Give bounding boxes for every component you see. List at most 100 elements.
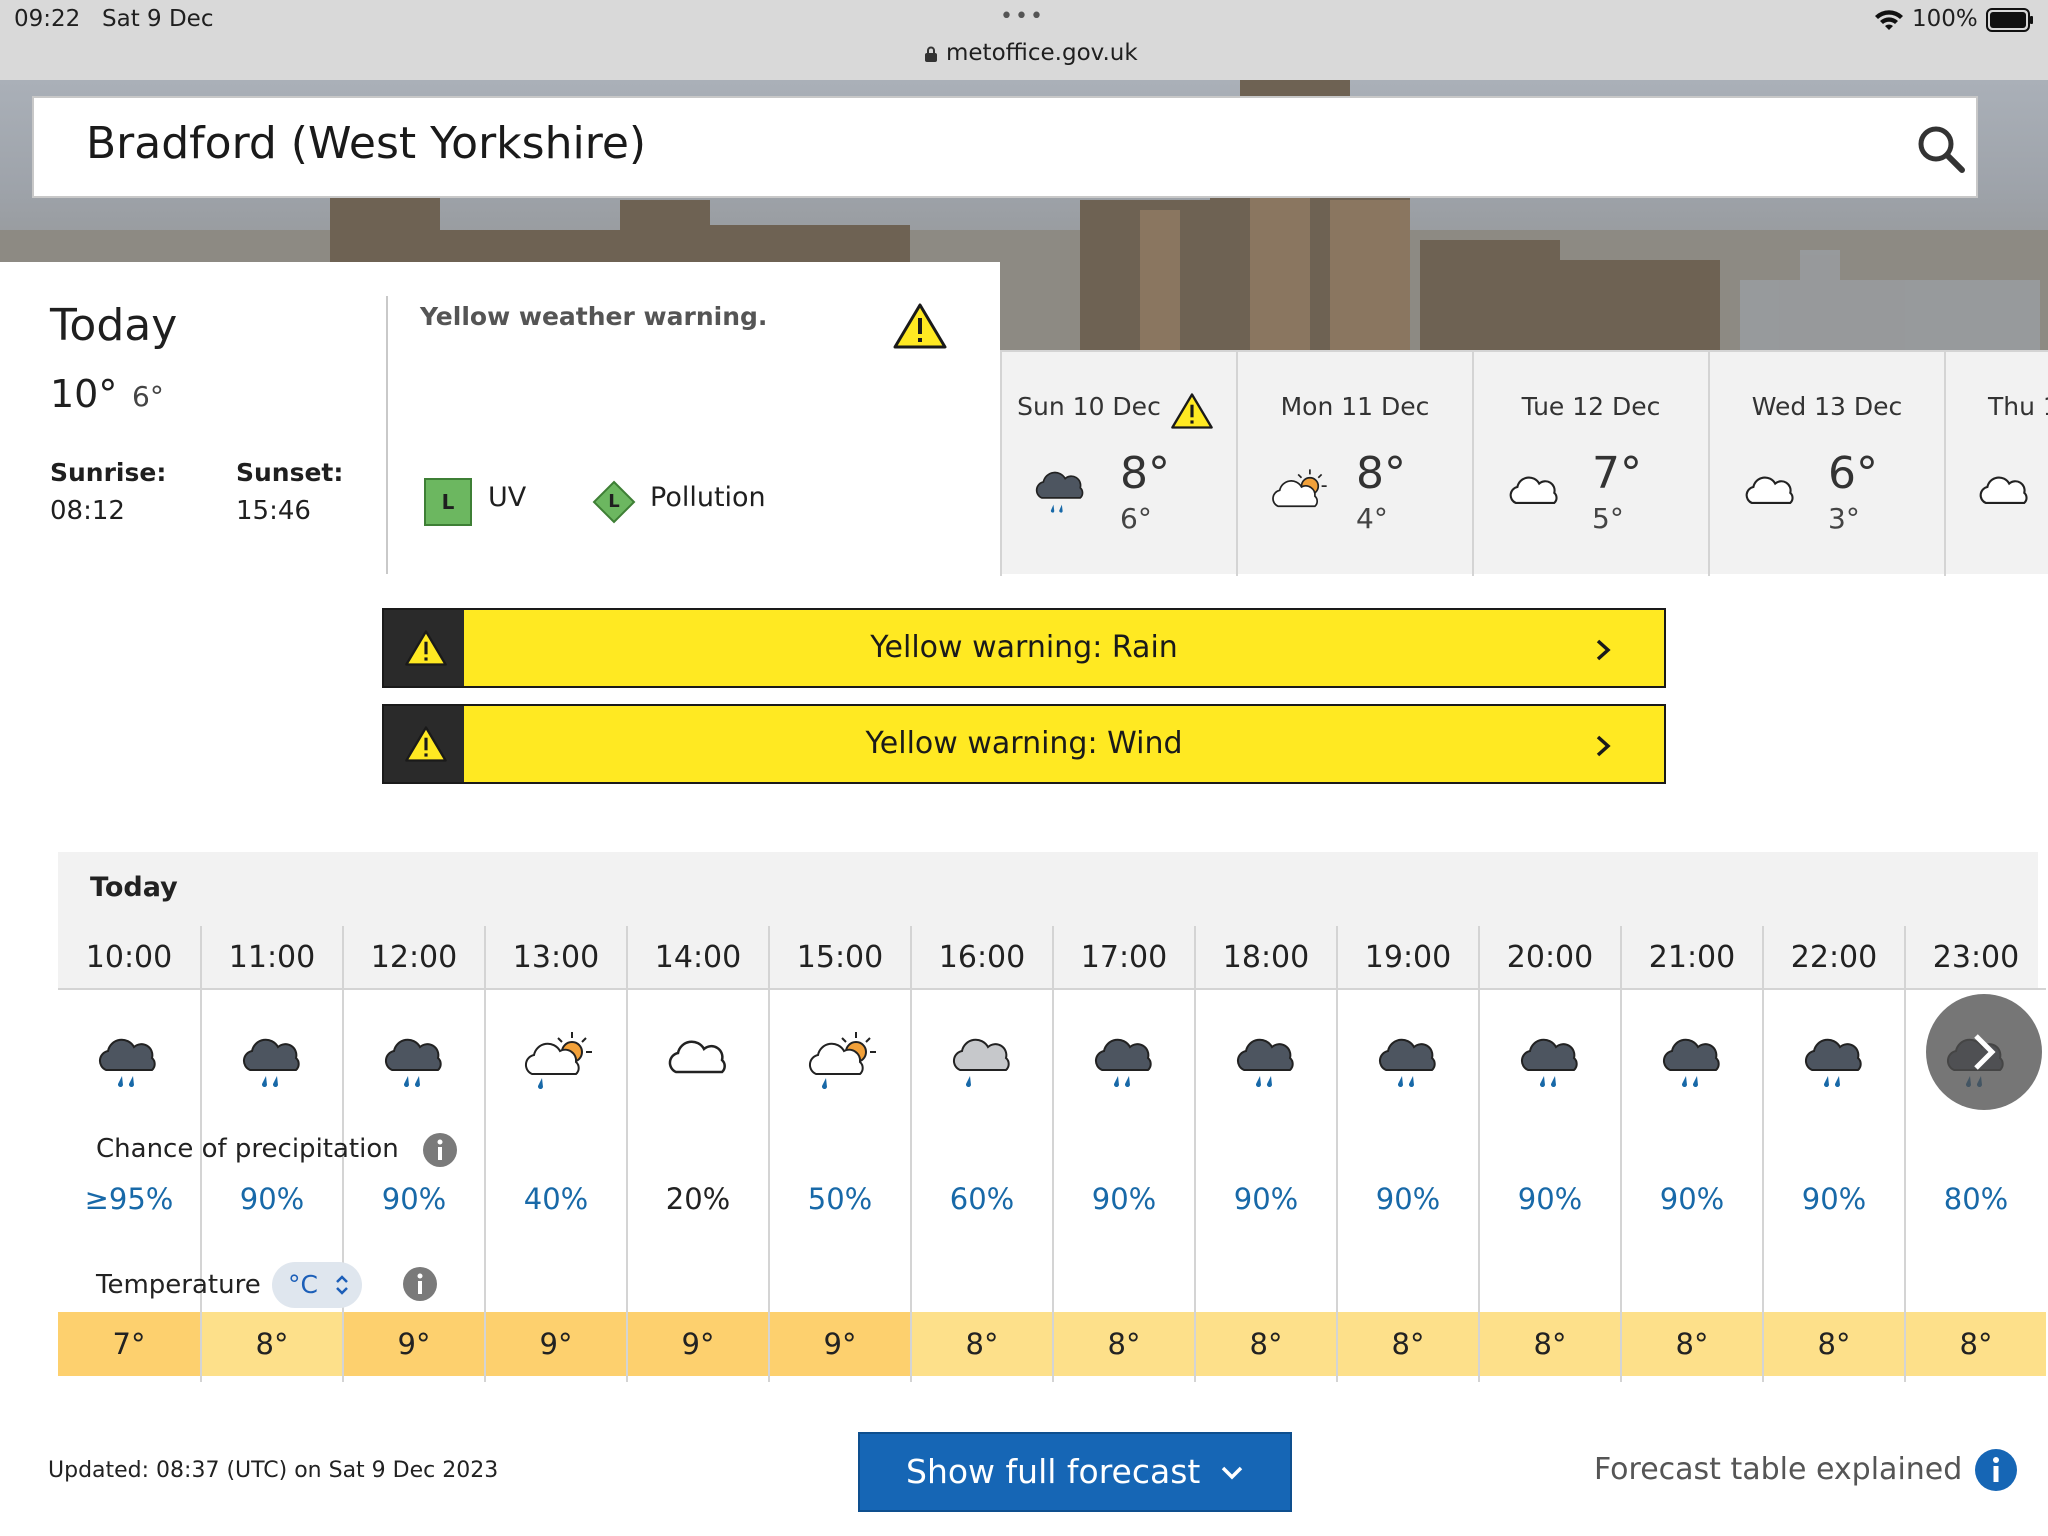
uv-level-badge[interactable]: L (424, 478, 472, 526)
pollution-label[interactable]: Pollution (650, 482, 766, 513)
day-name: Wed 13 Dec (1751, 392, 1903, 421)
precip-chance: 90% (1091, 1182, 1157, 1216)
uv-label[interactable]: UV (488, 482, 526, 513)
precip-chance: 90% (1375, 1182, 1441, 1216)
day-low-temp: 4° (1356, 502, 1388, 535)
precip-chance: 40% (523, 1182, 589, 1216)
weather-warning-link[interactable]: Yellow weather warning. (420, 302, 767, 331)
warning-bar-rain[interactable]: Yellow warning: Rain (382, 608, 1666, 688)
temperature-cell: 8° (912, 1312, 1052, 1376)
chevron-right-icon (1974, 1034, 1996, 1070)
hourly-day-label: Today (90, 872, 178, 903)
day-card-sun[interactable]: Sun 10 Dec 8° 6° (1000, 352, 1236, 576)
location-search-bar[interactable]: Bradford (West Yorkshire) (32, 96, 1978, 198)
battery-percent: 100% (1912, 6, 1978, 32)
hour-label: 13:00 (486, 926, 626, 990)
hour-label: 20:00 (1480, 926, 1620, 990)
heavy-rain-icon (1804, 1038, 1862, 1088)
hour-column: 18:00 90% 8° (1194, 926, 1336, 1382)
search-icon[interactable] (1914, 122, 1968, 176)
hour-column: 15:00 50% 9° (768, 926, 910, 1382)
cloud-icon (1745, 476, 1794, 504)
hour-label: 23:00 (1906, 926, 2046, 990)
warning-label: Yellow warning: Wind (865, 726, 1183, 761)
heavy-rain-icon (1662, 1038, 1720, 1088)
cloud-icon (668, 1040, 726, 1074)
hour-column: 22:00 90% 8° (1762, 926, 1904, 1382)
sunset-time: 15:46 (236, 496, 311, 526)
scroll-right-button[interactable] (1926, 994, 2042, 1110)
sunny-intervals-icon (1272, 469, 1327, 508)
lock-icon (925, 46, 937, 62)
precip-chance: 90% (1801, 1182, 1867, 1216)
temperature-label: Temperature (96, 1270, 261, 1300)
info-icon[interactable] (402, 1266, 438, 1302)
today-summary-panel: Today 10° 6° Sunrise: 08:12 Sunset: 15:4… (0, 262, 1000, 574)
show-full-forecast-button[interactable]: Show full forecast (858, 1432, 1292, 1512)
heavy-rain-icon (1236, 1038, 1294, 1088)
sunrise-label: Sunrise: (50, 458, 167, 487)
updated-timestamp: Updated: 08:37 (UTC) on Sat 9 Dec 2023 (48, 1458, 499, 1483)
hour-label: 17:00 (1054, 926, 1194, 990)
info-icon[interactable] (422, 1132, 458, 1168)
day-card-wed[interactable]: Wed 13 Dec 6° 3° (1708, 352, 1944, 576)
warning-triangle-icon (405, 726, 447, 762)
day-low-temp: 6° (1120, 502, 1152, 535)
chevron-down-icon (1221, 1466, 1243, 1480)
info-icon[interactable] (1974, 1448, 2018, 1492)
hour-label: 10:00 (58, 926, 200, 990)
multitask-dots-icon[interactable]: ••• (1000, 4, 1045, 29)
pollution-level-badge[interactable]: L (592, 480, 636, 524)
hour-column: 21:00 90% 8° (1620, 926, 1762, 1382)
warning-bar-wind[interactable]: Yellow warning: Wind (382, 704, 1666, 784)
precip-label: Chance of precipitation (96, 1134, 399, 1164)
day-card-tue[interactable]: Tue 12 Dec 7° 5° (1472, 352, 1708, 576)
heavy-rain-cloud-icon (1035, 471, 1084, 513)
hour-label: 18:00 (1196, 926, 1336, 990)
precip-chance: 90% (1517, 1182, 1583, 1216)
temperature-cell: 8° (1054, 1312, 1194, 1376)
temperature-unit-toggle[interactable]: °C (272, 1262, 362, 1308)
temperature-cell: 8° (1196, 1312, 1336, 1376)
hour-label: 15:00 (770, 926, 910, 990)
today-low-temp: 6° (132, 380, 164, 413)
precip-chance: ≥95% (84, 1182, 174, 1216)
wifi-icon (1875, 10, 1903, 30)
sunset-label: Sunset: (236, 458, 344, 487)
forecast-table-explained-link[interactable]: Forecast table explained (1594, 1452, 1962, 1487)
heavy-rain-icon (384, 1038, 442, 1088)
hour-label: 22:00 (1764, 926, 1904, 990)
warning-triangle-icon (405, 630, 447, 666)
hour-label: 14:00 (628, 926, 768, 990)
light-shower-icon (952, 1038, 1010, 1088)
button-label: Show full forecast (906, 1452, 1201, 1491)
day-card-mon[interactable]: Mon 11 Dec 8° 4° (1236, 352, 1472, 576)
hour-label: 21:00 (1622, 926, 1762, 990)
temperature-cell: 9° (344, 1312, 484, 1376)
day-high-temp: 7° (1592, 448, 1642, 499)
daily-forecast-strip: Sun 10 Dec 8° 6° Mon 11 Dec 8° 4° Tue 12… (1000, 350, 2048, 576)
warning-triangle-icon (893, 303, 947, 349)
heavy-rain-icon (1520, 1038, 1578, 1088)
temperature-cell: 8° (1764, 1312, 1904, 1376)
temperature-cell: 9° (486, 1312, 626, 1376)
heavy-rain-icon (1378, 1038, 1436, 1088)
heavy-rain-icon (242, 1038, 300, 1088)
warning-label: Yellow warning: Rain (870, 630, 1178, 665)
up-down-chevron-icon (336, 1275, 348, 1295)
chevron-right-icon (1596, 639, 1611, 661)
heavy-rain-icon (98, 1038, 156, 1088)
status-bar: 09:22 Sat 9 Dec ••• metoffice.gov.uk 100… (0, 0, 2048, 80)
warning-icon-box (384, 706, 464, 782)
day-name: Mon 11 Dec (1280, 392, 1430, 421)
hour-column: 20:00 90% 8° (1478, 926, 1620, 1382)
hour-label: 19:00 (1338, 926, 1478, 990)
day-card-thu[interactable]: Thu 1 (1944, 352, 2048, 576)
temperature-cell: 8° (202, 1312, 342, 1376)
precip-chance: 90% (1659, 1182, 1725, 1216)
address-url[interactable]: metoffice.gov.uk (946, 40, 1138, 66)
location-name[interactable]: Bradford (West Yorkshire) (86, 118, 646, 169)
temperature-cell: 8° (1480, 1312, 1620, 1376)
cloud-icon (1509, 476, 1558, 504)
temperature-cell: 9° (770, 1312, 910, 1376)
